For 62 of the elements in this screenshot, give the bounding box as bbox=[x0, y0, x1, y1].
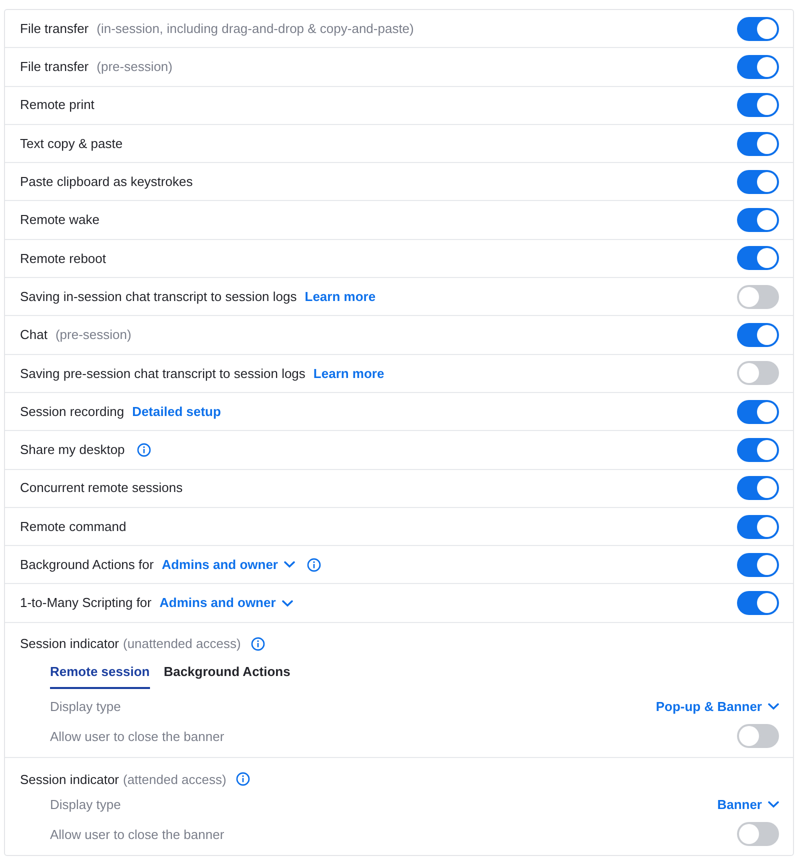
info-icon[interactable] bbox=[307, 558, 321, 572]
chevron-down-icon bbox=[282, 600, 293, 607]
section-title: Session indicator bbox=[20, 770, 119, 788]
toggle-switch[interactable] bbox=[737, 323, 779, 348]
info-icon[interactable] bbox=[250, 636, 265, 651]
section-note: (attended access) bbox=[123, 770, 226, 789]
setting-label: Remote reboot bbox=[20, 250, 106, 268]
toggle-switch[interactable] bbox=[737, 361, 779, 386]
setting-label: 1-to-Many Scripting for bbox=[20, 594, 152, 612]
dropdown-button[interactable]: Banner bbox=[717, 794, 779, 814]
toggle-switch[interactable] bbox=[737, 170, 779, 194]
link[interactable]: Detailed setup bbox=[132, 402, 221, 422]
chevron-down-icon bbox=[284, 561, 295, 568]
setting-label: Session recording bbox=[20, 402, 124, 421]
setting-label: Remote wake bbox=[20, 211, 100, 230]
tab[interactable]: Remote session bbox=[50, 662, 150, 690]
toggle-switch[interactable] bbox=[737, 284, 779, 309]
toggle-switch[interactable] bbox=[737, 54, 779, 79]
toggle-switch[interactable] bbox=[737, 400, 779, 424]
dropdown-button[interactable]: Admins and owner bbox=[162, 555, 295, 575]
info-icon[interactable] bbox=[136, 442, 151, 457]
setting-label: Allow user to close the banner bbox=[50, 826, 224, 844]
dropdown-button[interactable]: Admins and owner bbox=[160, 593, 293, 613]
setting-label: Share my desktop bbox=[20, 441, 125, 460]
tab[interactable]: Background Actions bbox=[164, 662, 290, 690]
setting-label: File transfer bbox=[20, 58, 89, 76]
setting-label: File transfer bbox=[20, 20, 89, 38]
link[interactable]: Learn more bbox=[304, 286, 376, 306]
toggle-switch[interactable] bbox=[737, 591, 779, 616]
toggle-switch[interactable] bbox=[737, 476, 779, 500]
toggle-switch[interactable] bbox=[737, 16, 779, 41]
setting-label: Concurrent remote sessions bbox=[20, 479, 183, 498]
toggle-switch[interactable] bbox=[737, 438, 779, 462]
setting-label: Paste clipboard as keystrokes bbox=[20, 173, 193, 192]
chevron-down-icon bbox=[768, 702, 779, 710]
setting-note: (in-session, including drag-and-drop & copy-and-paste) bbox=[96, 20, 414, 38]
setting-label: Remote command bbox=[20, 518, 126, 536]
link[interactable]: Learn more bbox=[313, 364, 384, 384]
toggle-switch[interactable] bbox=[737, 246, 779, 270]
setting-label: Saving in-session chat transcript to session logs bbox=[20, 288, 297, 306]
toggle-switch[interactable] bbox=[737, 822, 779, 846]
section-note: (unattended access) bbox=[123, 635, 241, 653]
setting-label: Background Actions for bbox=[20, 556, 154, 574]
toggle-switch[interactable] bbox=[737, 552, 779, 577]
dropdown-button[interactable]: Pop-up & Banner bbox=[656, 696, 779, 716]
toggle-switch[interactable] bbox=[737, 514, 779, 538]
chevron-down-icon bbox=[768, 800, 779, 808]
setting-note: (pre-session) bbox=[96, 58, 172, 76]
setting-label: Saving pre-session chat transcript to session logs bbox=[20, 364, 306, 383]
setting-label: Display type bbox=[50, 796, 121, 814]
toggle-switch[interactable] bbox=[737, 724, 779, 748]
toggle-switch[interactable] bbox=[737, 132, 779, 156]
setting-label: Chat bbox=[20, 326, 48, 344]
setting-label: Allow user to close the banner bbox=[50, 728, 224, 746]
toggle-switch[interactable] bbox=[737, 208, 779, 232]
setting-label: Text copy & paste bbox=[20, 134, 123, 153]
setting-label: Display type bbox=[50, 698, 121, 716]
setting-label: Remote print bbox=[20, 96, 94, 114]
setting-note: (pre-session) bbox=[55, 326, 132, 344]
section-title: Session indicator bbox=[20, 635, 119, 653]
toggle-switch[interactable] bbox=[737, 93, 779, 118]
info-icon[interactable] bbox=[236, 772, 250, 786]
